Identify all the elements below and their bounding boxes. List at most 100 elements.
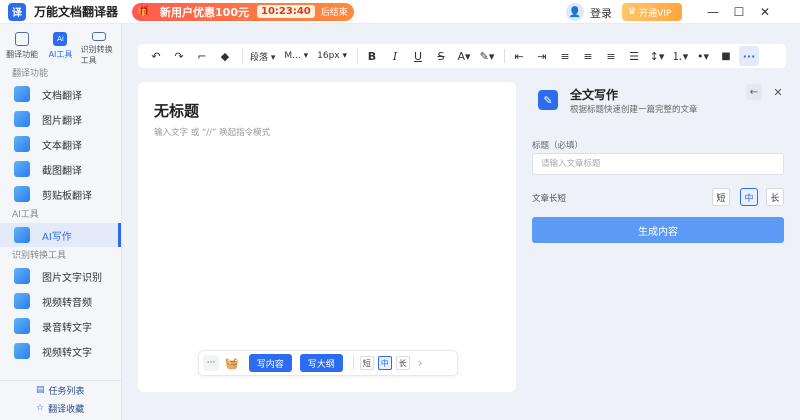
italic-button[interactable]: I [385, 46, 405, 66]
format-painter-icon[interactable]: ⌐ [192, 46, 212, 66]
editor-area[interactable]: 无标题 输入文字 或 “//” 唤起指令模式 ··· 🧺 写内容 写大纲 短 中… [138, 82, 516, 392]
promo-timer: 10:23:40 [256, 5, 315, 18]
sidebar-item-label: 文本翻译 [42, 140, 82, 152]
document-title[interactable]: 无标题 [154, 100, 199, 121]
title-field-label: 标题（必填） [532, 141, 584, 151]
promo-end-label: 后结束 [320, 8, 348, 18]
screenshot-icon [14, 161, 30, 177]
sidebar-item-ocr[interactable]: 图片文字识别 [0, 264, 121, 288]
ordered-list-icon[interactable]: ⒈▾ [670, 46, 690, 66]
sidebar-item-video-to-audio[interactable]: 视频转音频 [0, 289, 121, 313]
length-medium-option[interactable]: 中 [377, 356, 392, 370]
clipboard-icon [14, 186, 30, 202]
promo-text: 新用户优惠100元 [160, 5, 249, 19]
image-icon [14, 111, 30, 127]
editor-hint: 输入文字 或 “//” 唤起指令模式 [154, 128, 271, 138]
undo-button[interactable]: ↶ [146, 46, 166, 66]
audio-icon [14, 318, 30, 334]
close-button[interactable]: ✕ [756, 3, 774, 21]
length-option-long[interactable]: 长 [766, 188, 784, 206]
length-long-option[interactable]: 长 [395, 356, 410, 370]
tab-convert[interactable]: 识别转换工具 [81, 32, 117, 66]
bullet-list-icon[interactable]: •▾ [693, 46, 713, 66]
video-icon [14, 293, 30, 309]
panel-title: 全文写作 [570, 88, 619, 102]
tab-label: 翻译功能 [6, 50, 39, 59]
length-short-option[interactable]: 短 [359, 356, 374, 370]
sidebar-item-ai-writing[interactable]: AI写作 [0, 223, 121, 247]
indent-left-icon[interactable]: ⇤ [509, 46, 529, 66]
strikethrough-button[interactable]: S [431, 46, 451, 66]
sidebar: 翻译功能 Ai AI工具 识别转换工具 翻译功能 文档翻译 图片翻译 文本翻译 … [0, 24, 122, 420]
more-button[interactable]: ··· [203, 355, 219, 371]
chevron-right-icon[interactable]: › [418, 356, 423, 370]
redo-button[interactable]: ↷ [169, 46, 189, 66]
indent-right-icon[interactable]: ⇥ [532, 46, 552, 66]
write-content-button[interactable]: 写内容 [248, 354, 292, 372]
align-right-icon[interactable]: ≡ [601, 46, 621, 66]
align-center-icon[interactable]: ≡ [578, 46, 598, 66]
basket-icon[interactable]: 🧺 [225, 357, 239, 370]
back-icon[interactable]: ← [746, 84, 762, 100]
sidebar-item-doc-translate[interactable]: 文档翻译 [0, 82, 121, 106]
font-color-icon[interactable]: A▾ [454, 46, 474, 66]
block-icon[interactable]: ■ [716, 46, 736, 66]
favorites-label: 翻译收藏 [48, 404, 85, 415]
vip-button[interactable]: ♛ 开通VIP [622, 3, 682, 21]
generate-button[interactable]: 生成内容 [532, 217, 784, 243]
bold-button[interactable]: B [362, 46, 382, 66]
section-label-ai: AI工具 [12, 210, 39, 220]
more-options-button[interactable]: ··· [739, 46, 759, 66]
sidebar-item-clipboard-translate[interactable]: 剪贴板翻译 [0, 182, 121, 206]
sidebar-tabs: 翻译功能 Ai AI工具 识别转换工具 [0, 24, 121, 66]
writing-panel: ✎ 全文写作 根据标题快速创建一篇完整的文章 ← ✕ 标题（必填） 文章长短 短… [526, 82, 790, 394]
tab-translate[interactable]: 翻译功能 [4, 32, 40, 66]
divider [352, 356, 354, 370]
close-icon[interactable]: ✕ [770, 84, 786, 100]
ai-icon: Ai [53, 32, 68, 46]
eraser-icon[interactable]: ◆ [215, 46, 235, 66]
sidebar-item-screenshot-translate[interactable]: 截图翻译 [0, 157, 121, 181]
maximize-button[interactable]: ☐ [730, 3, 748, 21]
underline-button[interactable]: U [408, 46, 428, 66]
write-outline-button[interactable]: 写大纲 [299, 354, 343, 372]
sidebar-item-image-translate[interactable]: 图片翻译 [0, 107, 121, 131]
task-list-link[interactable]: ▤ 任务列表 [0, 381, 121, 399]
align-justify-icon[interactable]: ☰ [624, 46, 644, 66]
divider [242, 49, 243, 63]
sidebar-item-label: AI写作 [42, 231, 72, 243]
sidebar-item-label: 剪贴板翻译 [42, 190, 92, 202]
highlight-icon[interactable]: ✎▾ [477, 46, 497, 66]
title-input[interactable] [532, 153, 784, 175]
sidebar-item-audio-to-text[interactable]: 录音转文字 [0, 314, 121, 338]
pen-icon: ✎ [538, 90, 558, 110]
sidebar-item-video-to-text[interactable]: 视频转文字 [0, 339, 121, 363]
line-height-icon[interactable]: ↕▾ [647, 46, 667, 66]
task-list-label: 任务列表 [48, 386, 85, 397]
sidebar-item-text-translate[interactable]: 文本翻译 [0, 132, 121, 156]
sidebar-item-label: 视频转音频 [42, 297, 92, 309]
sidebar-bottom: ▤ 任务列表 ☆ 翻译收藏 [0, 380, 121, 420]
star-icon: ☆ [36, 403, 45, 413]
ai-writing-icon [14, 227, 30, 243]
section-label-translate: 翻译功能 [12, 69, 49, 79]
paragraph-dropdown[interactable]: 段落 ▾ [247, 46, 278, 66]
length-option-medium[interactable]: 中 [740, 188, 758, 206]
minimize-button[interactable]: — [704, 3, 722, 21]
sidebar-item-label: 录音转文字 [42, 322, 92, 334]
favorites-link[interactable]: ☆ 翻译收藏 [0, 399, 121, 417]
avatar[interactable]: 👤 [566, 3, 584, 21]
sidebar-item-label: 视频转文字 [42, 347, 92, 359]
section-label-convert: 识别转换工具 [12, 251, 67, 261]
font-dropdown[interactable]: M... ▾ [281, 46, 311, 66]
font-size-dropdown[interactable]: 16px ▾ [314, 46, 350, 66]
promo-banner[interactable]: 🎁 新用户优惠100元 10:23:40 后结束 [132, 2, 354, 21]
document-icon [14, 86, 30, 102]
vip-label: 开通VIP [639, 8, 672, 19]
list-icon: ▤ [36, 385, 45, 395]
text-icon [14, 136, 30, 152]
length-option-short[interactable]: 短 [712, 188, 730, 206]
login-button[interactable]: 登录 [590, 5, 612, 21]
align-left-icon[interactable]: ≡ [555, 46, 575, 66]
tab-ai-tools[interactable]: Ai AI工具 [42, 32, 78, 66]
